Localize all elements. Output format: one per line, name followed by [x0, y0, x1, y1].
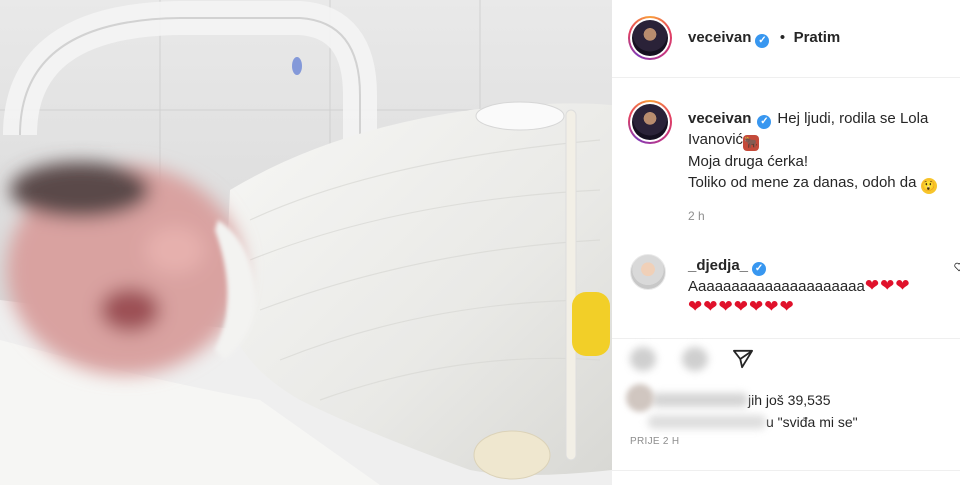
heart-emoji-icon: ❤ — [895, 276, 910, 295]
verified-badge-icon: ✓ — [757, 115, 772, 129]
caption-line-4: Toliko od mene za danas, odoh da — [688, 174, 917, 191]
commenter-avatar[interactable] — [630, 254, 666, 290]
post-caption: veceivan ✓ Hej ljudi, rodila se Lola Ivano… — [688, 108, 960, 194]
header-separator: • — [779, 29, 786, 46]
caption-line-2: Ivanović — [688, 131, 744, 148]
likes-summary[interactable]: jih još 39,535 u "sviđa mi se" — [628, 389, 858, 433]
caption-username[interactable]: veceivan — [688, 110, 751, 127]
post-timestamp[interactable]: PRIJE 2 H — [630, 436, 679, 447]
heart-icon[interactable] — [630, 347, 656, 371]
comment-username[interactable]: _djedja_ — [688, 257, 748, 274]
comment-text: Aaaaaaaaaaaaaaaaaaaaa — [688, 278, 865, 295]
post-header: veceivan ✓ • Pratim — [612, 0, 960, 78]
follow-button[interactable]: Pratim — [794, 29, 841, 46]
share-icon[interactable] — [732, 349, 754, 369]
heart-emoji-icon: ❤ — [749, 297, 764, 316]
verified-badge-icon: ✓ — [752, 262, 767, 276]
heart-emoji-icon: ❤ — [864, 276, 880, 295]
caption-line-3: Moja druga ćerka! — [688, 153, 809, 170]
astonished-emoji-icon: 😲 — [920, 178, 937, 194]
heart-emoji-icon: ❤ — [764, 297, 779, 316]
post-actions: jih još 39,535 u "sviđa mi se" — [612, 338, 960, 485]
post-photo — [0, 0, 612, 485]
heart-emoji-icon: ❤ — [779, 297, 794, 316]
likes-line-2: u "sviđa mi se" — [766, 414, 858, 430]
header-username[interactable]: veceivan — [688, 29, 751, 46]
liker-avatar — [626, 384, 654, 412]
comment-icon[interactable] — [682, 347, 708, 371]
author-avatar[interactable] — [628, 16, 672, 60]
add-comment-bar[interactable] — [612, 470, 960, 485]
post-side-panel: veceivan ✓ • Pratim veceivan ✓ Hej ljudi, r… — [612, 0, 960, 485]
caption-timestamp[interactable]: 2 h — [688, 209, 705, 223]
ox-emoji-icon: 🐂 — [743, 135, 760, 151]
comment-item: _djedja_ ✓ Aaaaaaaaaaaaaaaaaaaaa❤❤❤ ❤❤❤❤❤… — [688, 255, 960, 318]
blurred-likes-text — [648, 415, 766, 429]
newborn-photo-illustration — [0, 0, 612, 485]
verified-badge-icon: ✓ — [755, 34, 770, 48]
heart-emoji-icon: ❤ — [733, 297, 748, 316]
heart-emoji-icon: ❤ — [703, 297, 718, 316]
likes-line-1: jih još 39,535 — [748, 392, 831, 408]
caption-avatar[interactable] — [628, 100, 672, 144]
comment-like-icon[interactable] — [954, 262, 960, 272]
blurred-liker-name — [652, 393, 748, 407]
heart-emoji-icon: ❤ — [880, 276, 895, 295]
heart-emoji-icon: ❤ — [718, 297, 733, 316]
caption-line-1: Hej ljudi, rodila se Lola — [777, 110, 929, 127]
heart-emoji-icon: ❤ — [688, 297, 703, 316]
